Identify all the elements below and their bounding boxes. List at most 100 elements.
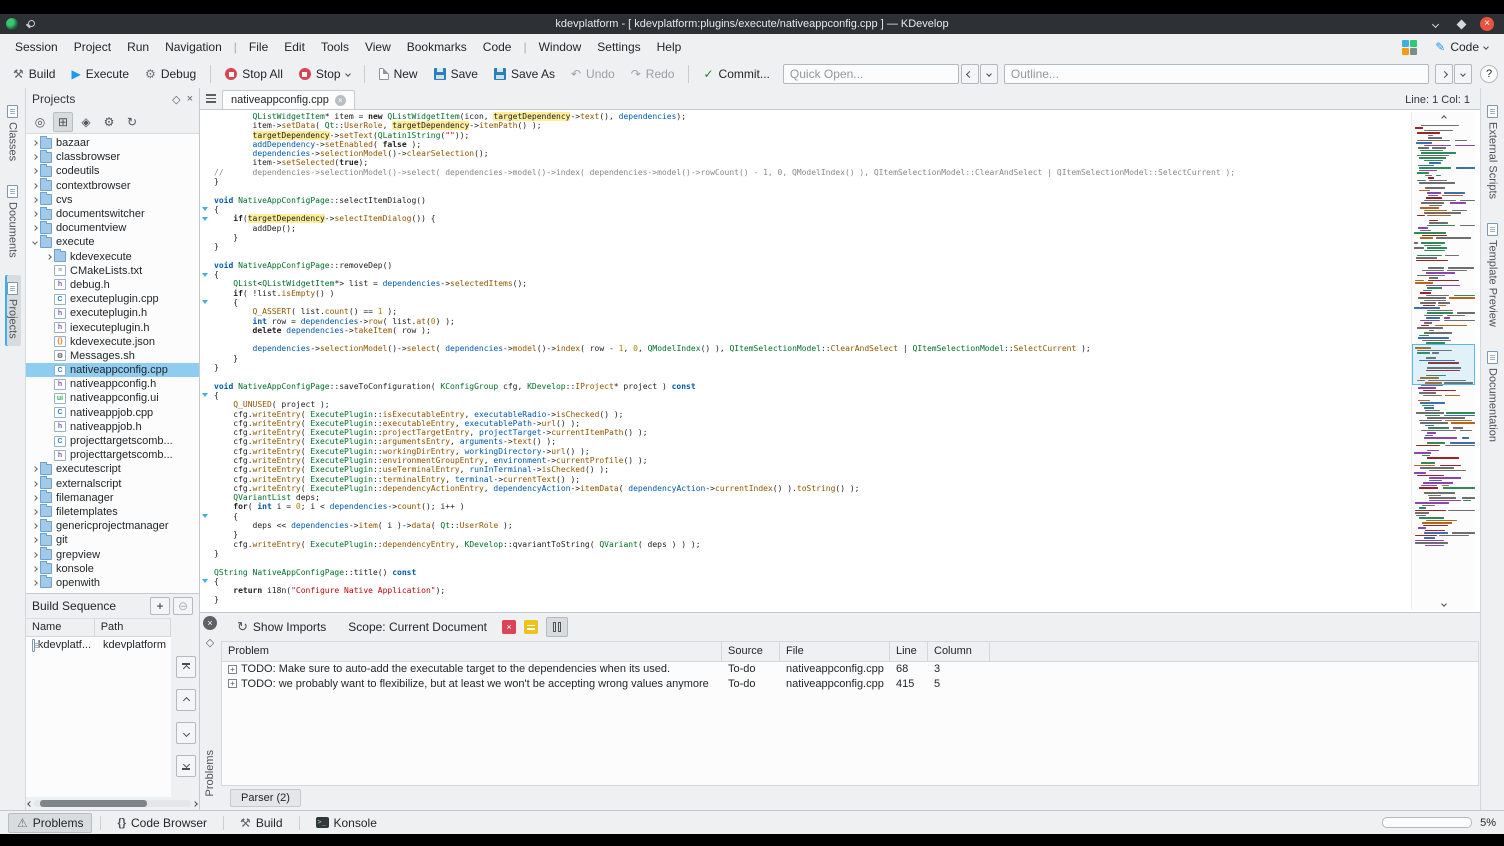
tree-item-projecttargetscomb[interactable]: h projecttargetscomb...	[26, 448, 199, 462]
tree-item-filemanager[interactable]: filemanager	[26, 490, 199, 505]
statusbar-toggle-konsole[interactable]: >_ Konsole	[308, 814, 385, 832]
tree-expander-icon[interactable]	[30, 154, 40, 161]
show-imports-button[interactable]: ↻ Show Imports	[230, 616, 333, 638]
remove-sequence-button[interactable]: ⊖	[173, 597, 193, 615]
scope-selector[interactable]: Scope: Current Document	[341, 617, 494, 637]
tree-item-genericprojectmanager[interactable]: genericprojectmanager	[26, 518, 199, 533]
tree-item-documentview[interactable]: documentview	[26, 220, 199, 235]
maximize-button[interactable]	[1454, 17, 1468, 31]
statusbar-toggle-build[interactable]: ⚒ Build	[232, 814, 290, 832]
sidebar-tab-documentation[interactable]: Documentation	[1485, 344, 1501, 449]
nav-back-dropdown[interactable]	[979, 64, 998, 84]
tree-item-konsole[interactable]: konsole	[26, 561, 199, 576]
tree-expander-icon[interactable]	[30, 537, 40, 544]
tree-item-cmakelists-txt[interactable]: ≡ CMakeLists.txt	[26, 264, 199, 278]
statusbar-toggle-problems[interactable]: ⚠ Problems	[8, 812, 93, 833]
sidebar-tab-template-preview[interactable]: Template Preview	[1485, 216, 1501, 334]
close-panel-icon[interactable]: ×	[203, 616, 217, 630]
tree-expander-icon[interactable]	[30, 211, 40, 217]
tree-item-nativeappconfig-h[interactable]: h nativeappconfig.h	[26, 377, 199, 391]
debug-button[interactable]: ⚙ Debug	[138, 64, 203, 84]
tree-expander-icon[interactable]	[30, 140, 40, 146]
show-errors-button[interactable]: ×	[502, 620, 516, 634]
minimap-content[interactable]	[1412, 124, 1475, 598]
tree-expander-icon[interactable]	[30, 523, 40, 529]
tree-item-externalscript[interactable]: externalscript	[26, 476, 199, 491]
fold-marker-icon[interactable]	[202, 207, 208, 212]
minimap-viewport[interactable]	[1412, 344, 1475, 386]
tree-expander-icon[interactable]	[30, 168, 40, 175]
expand-icon[interactable]: +	[228, 664, 237, 674]
expand-icon[interactable]: +	[228, 679, 237, 689]
show-warnings-button[interactable]	[524, 620, 538, 634]
column-header-name[interactable]: Name	[26, 619, 95, 636]
fold-marker-icon[interactable]	[202, 514, 208, 519]
save-button[interactable]: Save	[427, 64, 485, 84]
menu-bookmarks[interactable]: Bookmarks	[400, 37, 474, 57]
locate-document-icon[interactable]: ◎	[30, 112, 50, 132]
tree-item-nativeappconfig-ui[interactable]: ui nativeappconfig.ui	[26, 391, 199, 405]
scroll-down-icon[interactable]	[1412, 598, 1475, 610]
column-header-path[interactable]: Path	[95, 619, 171, 636]
outline-input[interactable]	[1003, 64, 1429, 84]
save-as-button[interactable]: Save As	[487, 64, 562, 84]
show-columns-button[interactable]	[546, 617, 568, 637]
menu-tools[interactable]: Tools	[314, 37, 356, 57]
float-panel-icon[interactable]: ◇	[172, 93, 180, 106]
tree-item-messages-sh[interactable]: ⚙ Messages.sh	[26, 349, 199, 363]
statusbar-toggle-code-browser[interactable]: {} Code Browser	[109, 814, 215, 832]
tree-expander-icon[interactable]	[30, 509, 40, 515]
tree-expander-icon[interactable]	[30, 565, 40, 572]
tree-item-classbrowser[interactable]: classbrowser	[26, 149, 199, 164]
area-code-button[interactable]: ✎ Code	[1427, 37, 1496, 57]
help-button[interactable]: ?	[1480, 65, 1498, 83]
tree-item-codeutils[interactable]: codeutils	[26, 163, 199, 178]
tree-item-documentswitcher[interactable]: documentswitcher	[26, 206, 199, 221]
titlebar[interactable]: kdevplatform - [ kdevplatform:plugins/ex…	[0, 14, 1504, 34]
column-header-problem[interactable]: Problem	[222, 642, 722, 661]
quick-open-input[interactable]	[782, 64, 959, 84]
sidebar-tab-projects[interactable]: Projects	[4, 274, 21, 346]
execute-button[interactable]: ▶ Execute	[64, 64, 136, 84]
close-panel-icon[interactable]: ×	[187, 93, 193, 105]
targets-icon[interactable]: ◈	[76, 112, 96, 132]
tree-expander-icon[interactable]	[30, 197, 40, 203]
tree-item-iexecuteplugin-h[interactable]: h iexecuteplugin.h	[26, 320, 199, 334]
float-panel-icon[interactable]: ◇	[206, 636, 214, 649]
fold-marker-icon[interactable]	[202, 393, 208, 398]
tree-item-openwith[interactable]: openwith	[26, 575, 199, 590]
refresh-icon[interactable]: ↻	[122, 112, 142, 132]
tree-item-cvs[interactable]: cvs	[26, 192, 199, 207]
move-up-button[interactable]	[176, 689, 196, 711]
problem-row[interactable]: + TODO: Make sure to auto-add the executa…	[222, 662, 1478, 677]
document-list-icon[interactable]	[200, 88, 222, 109]
close-window-button[interactable]: ×	[1480, 17, 1494, 31]
tree-item-nativeappjob-h[interactable]: h nativeappjob.h	[26, 420, 199, 434]
nav-back-button[interactable]	[960, 64, 979, 84]
parser-tab[interactable]: Parser (2)	[230, 789, 301, 807]
move-down-button[interactable]	[176, 722, 196, 744]
build-sequence-row[interactable]: kdevplatf... kdevplatform	[26, 637, 171, 653]
gear-icon[interactable]: ⚙	[99, 112, 119, 132]
column-header-file[interactable]: File	[780, 642, 890, 661]
editor-tab-active[interactable]: nativeappconfig.cpp ×	[222, 90, 355, 109]
menu-settings[interactable]: Settings	[590, 37, 647, 57]
tree-expander-icon[interactable]	[30, 239, 40, 246]
tree-expander-icon[interactable]	[30, 480, 40, 487]
tree-expander-icon[interactable]	[30, 551, 40, 558]
horizontal-scrollbar[interactable]	[26, 797, 199, 810]
move-bottom-button[interactable]	[176, 755, 196, 777]
sidebar-tab-documents[interactable]: Documents	[5, 178, 21, 265]
tree-expander-icon[interactable]	[30, 494, 40, 501]
tree-item-grepview[interactable]: grepview	[26, 547, 199, 561]
fold-marker-icon[interactable]	[202, 300, 208, 305]
minimize-button[interactable]	[1428, 17, 1442, 31]
scroll-up-icon[interactable]	[1412, 112, 1475, 124]
move-top-button[interactable]	[176, 656, 196, 678]
tree-item-executeplugin-cpp[interactable]: Cexecuteplugin.cpp	[26, 292, 199, 306]
tree-item-executeplugin-h[interactable]: h executeplugin.h	[26, 306, 199, 320]
sidebar-tab-classes[interactable]: Classes	[5, 98, 21, 168]
area-switcher-icon[interactable]	[1402, 39, 1418, 55]
menu-project[interactable]: Project	[67, 37, 118, 57]
tree-item-git[interactable]: git	[26, 532, 199, 547]
